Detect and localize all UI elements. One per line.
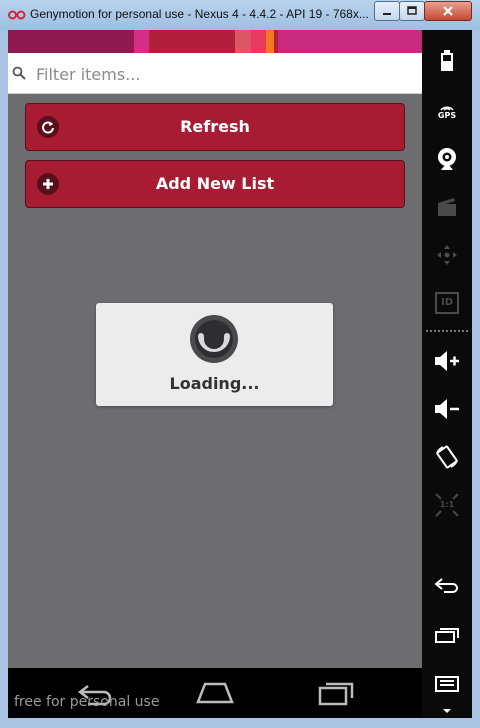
refresh-label: Refresh (180, 117, 250, 136)
search-icon (12, 66, 26, 80)
window-frame-right (472, 30, 480, 728)
webcam-icon (438, 148, 456, 170)
window-title: Genymotion for personal use - Nexus 4 - … (30, 7, 369, 21)
menu-icon (435, 676, 459, 713)
recent-apps-button[interactable] (432, 620, 462, 650)
color-stripe (8, 30, 422, 53)
loading-dialog: Loading... (96, 303, 333, 406)
stripe-segment (266, 30, 274, 53)
stripe-segment (278, 30, 422, 53)
volume-up-icon (435, 351, 459, 371)
volume-up-button[interactable] (432, 346, 462, 376)
rotate-screen-icon (436, 445, 458, 469)
scale-button[interactable]: 1:1 (432, 490, 462, 520)
android-nav-bar (8, 668, 422, 718)
gps-icon (440, 106, 454, 111)
recent-apps-icon (435, 628, 459, 643)
minimize-button[interactable] (374, 1, 400, 21)
stripe-segment (134, 30, 149, 53)
watermark-text: free for personal use (14, 694, 160, 710)
volume-down-icon (435, 399, 459, 419)
loading-text: Loading... (169, 374, 260, 393)
rotate-button[interactable] (432, 442, 462, 472)
genymotion-logo-icon (8, 10, 26, 20)
gps-button[interactable]: GPS (432, 96, 462, 126)
battery-icon (441, 50, 453, 71)
back-icon (434, 578, 458, 593)
maximize-icon (407, 6, 417, 15)
camera-button[interactable] (432, 144, 462, 174)
add-new-list-button[interactable]: Add New List (25, 160, 405, 208)
media-button[interactable] (432, 192, 462, 222)
dpad-icon (437, 245, 457, 265)
id-label: ID (440, 297, 454, 308)
toolbar-divider (426, 330, 468, 332)
volume-down-button[interactable] (432, 394, 462, 424)
device-screen: Refresh Add New List Loading... (8, 30, 422, 718)
scale-label: 1:1 (439, 500, 455, 509)
battery-button[interactable] (432, 46, 462, 76)
home-icon[interactable] (194, 678, 236, 708)
minimize-icon (383, 13, 391, 15)
stripe-segment (8, 30, 134, 53)
filter-bar (8, 53, 422, 94)
window-titlebar: Genymotion for personal use - Nexus 4 - … (0, 0, 480, 31)
close-button[interactable] (424, 1, 472, 21)
window-frame-bottom (0, 718, 480, 728)
filter-input[interactable] (34, 61, 418, 87)
stripe-segment (251, 30, 266, 53)
gps-label: GPS (437, 110, 457, 120)
refresh-button[interactable]: Refresh (25, 103, 405, 151)
stripe-segment (235, 30, 251, 53)
menu-button[interactable] (432, 670, 462, 720)
add-new-list-label: Add New List (155, 174, 275, 193)
back-button[interactable] (432, 570, 462, 600)
clapperboard-icon (438, 198, 456, 216)
maximize-button[interactable] (399, 1, 425, 21)
close-icon (443, 6, 453, 16)
window-frame-left (0, 30, 8, 728)
spinner-icon (190, 315, 238, 363)
genymotion-toolbar: GPS ID 1:1 (422, 30, 472, 718)
recent-apps-icon[interactable] (316, 678, 356, 708)
stripe-segment (149, 30, 235, 53)
dpad-button[interactable] (432, 240, 462, 270)
device-id-button[interactable]: ID (432, 288, 462, 318)
